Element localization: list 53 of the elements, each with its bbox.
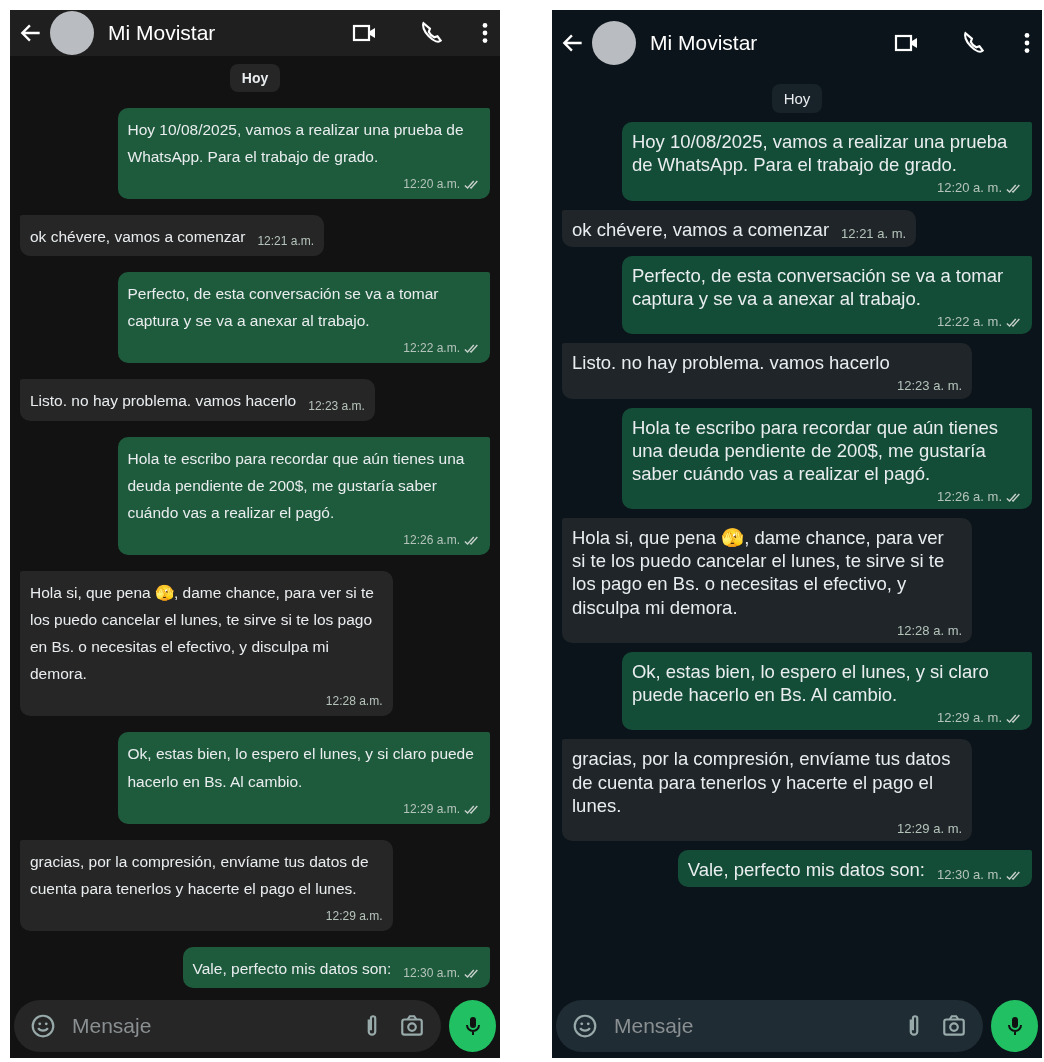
message-time: 12:28 a. m. — [897, 622, 963, 639]
avatar[interactable] — [592, 21, 636, 65]
message-text: Hoy 10/08/2025, vamos a realizar una prueba de WhatsApp. Para el trabajo de grado. — [127, 119, 465, 167]
message-input[interactable]: Mensaje — [612, 1013, 887, 1039]
date-label: Hoy — [229, 63, 281, 92]
message-text: gracias, por la compresión, envíame tus datos de cuenta para tenerlos y hacerte el pago el lunes. — [30, 851, 370, 899]
microphone-button[interactable] — [449, 1000, 496, 1052]
message-time: 12:21 a.m. — [257, 233, 315, 251]
emoji-icon[interactable] — [30, 1013, 56, 1039]
message-text: Perfecto, de esta conversación se va a tomar captura y se va a anexar al trabajo. — [631, 263, 1005, 310]
message-time: 12:29 a. m. — [936, 710, 1002, 727]
message-time: 12:29 a.m. — [403, 800, 460, 818]
message-text: gracias, por la compresión, envíame tus datos de cuenta para tenerlos y hacerte el pago el lunes. — [572, 747, 952, 817]
message-time: 12:29 a. m. — [897, 820, 963, 837]
message-text: Hoy 10/08/2025, vamos a realizar una prueba de WhatsApp. Para el trabajo de grado. — [631, 130, 1009, 177]
message-text: Hola te escribo para recordar que aún tienes una deuda pendiente de 200$, me gustaría saber cuándo vas a realizar el pagó. — [127, 448, 466, 523]
menu-icon[interactable] — [1022, 30, 1032, 56]
message-text: Listo. no hay problema. vamos hacerlo — [572, 351, 890, 375]
contact-name[interactable]: Mi Movistar — [108, 20, 312, 45]
message-text: Vale, perfecto mis datos son: — [192, 958, 392, 979]
message-text: Hola si, que pena 🫣, dame chance, para ver si te los puedo cancelar el lunes, te sirve si te los pago en Bs. o necesitas el efectivo, y disculpa mi demora. — [572, 526, 946, 619]
message-time: 12:23 a.m. — [308, 397, 365, 415]
message-time: 12:20 a.m. — [403, 176, 460, 193]
emoji-icon[interactable] — [572, 1013, 598, 1039]
camera-icon[interactable] — [941, 1013, 967, 1039]
message-text: Ok, estas bien, lo espero el lunes, y si claro puede hacerlo en Bs. Al cambio. — [631, 659, 990, 707]
message-time: 12:28 a.m. — [325, 693, 383, 711]
message-text: Vale, perfecto mis datos son: — [687, 858, 925, 882]
message-time: 12:22 a.m. — [403, 340, 460, 358]
message-time: 12:22 a. m. — [936, 313, 1002, 331]
contact-name[interactable]: Mi Movistar — [650, 31, 854, 55]
message-time: 12:29 a.m. — [325, 907, 383, 925]
date-label: Hoy — [771, 84, 823, 113]
message-text: Perfecto, de esta conversación se va a tomar captura y se va a anexar al trabajo. — [127, 284, 440, 332]
message-time: 12:23 a. m. — [897, 378, 963, 395]
message-time: 12:26 a. m. — [936, 488, 1002, 506]
message-input[interactable]: Mensaje — [70, 1013, 345, 1039]
microphone-button[interactable] — [991, 1000, 1038, 1052]
camera-icon[interactable] — [399, 1013, 425, 1039]
message-time: 12:21 a. m. — [841, 226, 907, 243]
message-time: 12:20 a. m. — [936, 180, 1002, 197]
message-text: Hola si, que pena 🫣, dame chance, para ver si te los puedo cancelar el lunes, te sirve si te los pago en Bs. o necesitas el efectivo, y disculpa mi demora. — [30, 582, 375, 685]
avatar[interactable] — [50, 10, 94, 55]
message-text: Ok, estas bien, lo espero el lunes, y si claro puede hacerlo en Bs. Al cambio. — [127, 744, 475, 792]
message-text: Hola te escribo para recordar que aún tienes una deuda pendiente de 200$, me gustaría saber cuándo vas a realizar el pagó. — [631, 415, 999, 485]
message-text: ok chévere, vamos a comenzar — [572, 217, 830, 241]
message-text: ok chévere, vamos a comenzar — [30, 227, 246, 247]
message-text: Listo. no hay problema. vamos hacerlo — [30, 391, 297, 412]
message-time: 12:26 a.m. — [403, 531, 460, 549]
message-field[interactable]: Mensaje — [556, 1000, 983, 1052]
message-field[interactable]: Mensaje — [14, 1000, 441, 1052]
message-time: 12:30 a.m. — [403, 965, 460, 982]
message-time: 12:30 a. m. — [936, 866, 1002, 884]
